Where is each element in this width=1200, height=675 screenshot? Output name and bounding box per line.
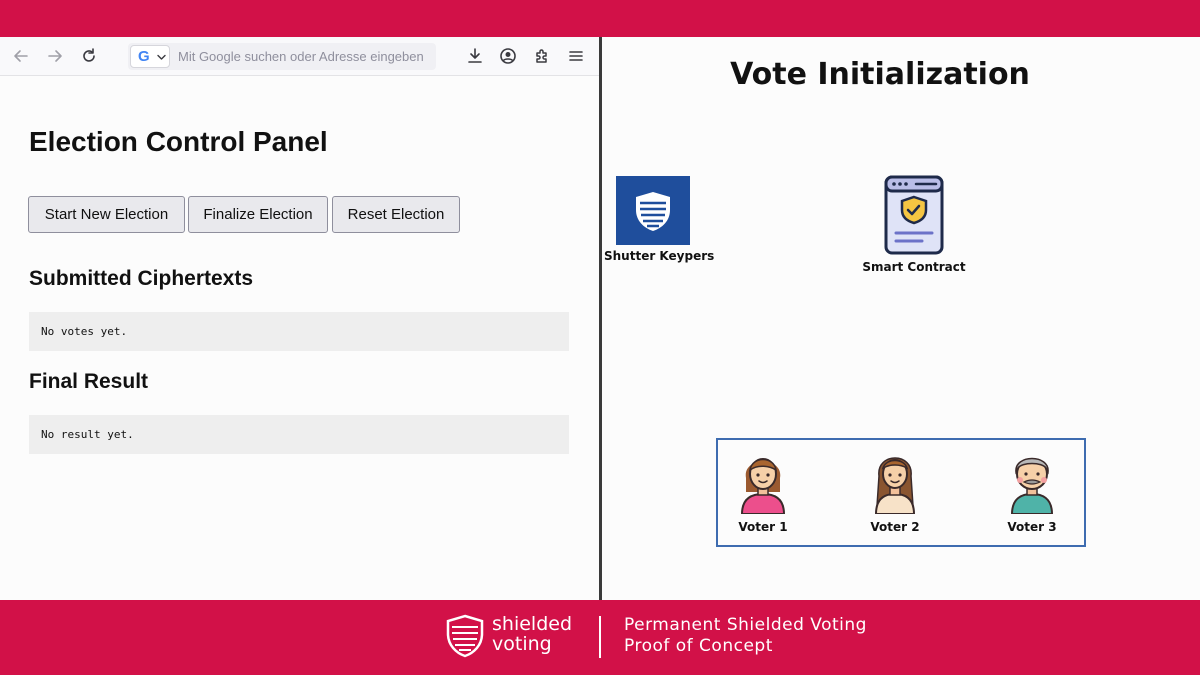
footer-separator <box>599 616 601 658</box>
brand-line-2: voting <box>492 633 552 655</box>
final-result-heading: Final Result <box>29 370 149 393</box>
smart-contract-icon <box>884 175 944 255</box>
start-new-election-button[interactable]: Start New Election <box>28 196 185 233</box>
smart-contract-label: Smart Contract <box>862 260 966 274</box>
url-placeholder[interactable]: Mit Google suchen oder Adresse eingeben <box>178 49 424 64</box>
download-icon[interactable] <box>464 45 486 67</box>
forward-arrow-icon[interactable] <box>44 45 66 67</box>
voter-1-avatar-icon <box>734 446 792 515</box>
final-result-output: No result yet. <box>29 415 569 454</box>
voter-3-label: Voter 3 <box>1007 520 1057 534</box>
reset-election-button[interactable]: Reset Election <box>332 196 460 233</box>
page-content: Election Control Panel Start New Electio… <box>0 76 599 600</box>
back-arrow-icon[interactable] <box>10 45 32 67</box>
extensions-icon[interactable] <box>531 45 553 67</box>
ciphertexts-output: No votes yet. <box>29 312 569 351</box>
page-title: Election Control Panel <box>29 126 328 157</box>
voter-3-avatar-icon <box>1002 446 1062 515</box>
voters-group: Voter 1 Voter 2 Voter 3 <box>716 438 1086 547</box>
search-engine-selector[interactable]: G <box>130 45 170 68</box>
menu-icon[interactable] <box>565 45 587 67</box>
slide-title: Vote Initialization <box>730 57 1030 92</box>
url-bar[interactable]: G Mit Google suchen oder Adresse eingebe… <box>128 43 436 70</box>
ciphertexts-heading: Submitted Ciphertexts <box>29 267 254 290</box>
account-icon[interactable] <box>497 45 519 67</box>
voter-2-label: Voter 2 <box>870 520 920 534</box>
browser-toolbar: G Mit Google suchen oder Adresse eingebe… <box>0 37 599 76</box>
footer-bar: shielded voting Permanent Shielded Votin… <box>0 600 1200 675</box>
reload-icon[interactable] <box>78 45 100 67</box>
finalize-election-button[interactable]: Finalize Election <box>188 196 328 233</box>
slide-panel: Vote Initialization Shutter Keypers Smar… <box>602 37 1200 600</box>
voter-1-label: Voter 1 <box>738 520 788 534</box>
tagline: Permanent Shielded Voting Proof of Conce… <box>624 615 867 657</box>
shutter-keypers-label: Shutter Keypers <box>604 249 715 263</box>
browser-window: G Mit Google suchen oder Adresse eingebe… <box>0 37 599 600</box>
tagline-line-2: Proof of Concept <box>624 636 773 656</box>
google-icon: G <box>138 48 150 65</box>
shield-logo-icon <box>445 614 485 658</box>
shield-icon <box>616 176 690 245</box>
chevron-down-icon <box>157 54 166 60</box>
voter-2-avatar-icon <box>866 446 924 515</box>
tagline-line-1: Permanent Shielded Voting <box>624 615 867 635</box>
brand-name: shielded voting <box>492 614 572 654</box>
brand-line-1: shielded <box>492 613 572 635</box>
top-brand-band <box>0 0 1200 37</box>
